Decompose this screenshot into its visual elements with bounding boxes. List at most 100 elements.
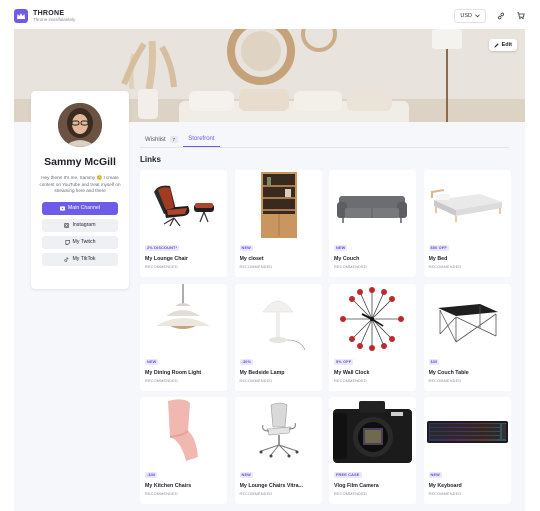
- pencil-icon: [494, 42, 499, 48]
- link-main-channel[interactable]: Main Channel: [42, 201, 118, 215]
- throne-logo-icon[interactable]: [14, 9, 28, 23]
- discount-badge: $30: [428, 358, 440, 365]
- discount-badge: NEW: [428, 472, 442, 478]
- product-image: [140, 397, 227, 467]
- product-image: [424, 284, 511, 354]
- currency-value: USD: [460, 13, 472, 19]
- discount-badge: 2% DISCOUNT*: [145, 245, 180, 251]
- link-twitch[interactable]: My Twitch: [42, 235, 118, 249]
- product-title: My Kitchen Chairs: [145, 483, 192, 489]
- product-label: RECOMMENDED: [239, 265, 273, 269]
- product-label: RECOMMENDED: [428, 492, 462, 496]
- tab-storefront[interactable]: Storefront: [183, 132, 220, 147]
- product-card[interactable]: NEW My Couch RECOMMENDED: [329, 170, 416, 277]
- tab-label: Wishlist: [145, 136, 166, 143]
- discount-badge: -30%: [239, 358, 254, 365]
- product-label: RECOMMENDED: [428, 378, 462, 383]
- product-card[interactable]: $30 My Couch Table RECOMMENDED: [423, 283, 511, 391]
- discount-badge: NEW: [334, 245, 348, 251]
- instagram-icon: [64, 222, 70, 228]
- product-label: RECOMMENDED: [145, 265, 178, 269]
- tiktok-icon: [64, 257, 69, 262]
- product-image: [140, 283, 227, 354]
- profile-name: Sammy McGill: [44, 156, 116, 168]
- play-icon: [59, 206, 65, 211]
- profile-tabs: Wishlist 7 Storefront: [140, 132, 509, 148]
- product-label: RECOMMENDED: [428, 265, 462, 269]
- edit-label: Edit: [501, 42, 512, 48]
- product-image: [235, 397, 322, 467]
- brand-tagline: Throne invisifulantely: [33, 16, 76, 22]
- product-image: [235, 170, 322, 240]
- product-title: My Bedside Lamp: [239, 369, 285, 376]
- product-title: My Couch Table: [428, 369, 469, 376]
- product-label: RECOMMENDED: [239, 492, 273, 496]
- product-image: [329, 397, 416, 467]
- brand-name: THRONE: [33, 9, 65, 17]
- product-title: My closet: [239, 256, 264, 262]
- product-card[interactable]: 5% OFF My Wall Clock RECOMMENDED: [329, 283, 416, 391]
- product-image: [424, 170, 511, 240]
- discount-badge: $50 OFF: [428, 245, 449, 251]
- product-card[interactable]: $50 OFF My Bed RECOMMENDED: [423, 170, 511, 277]
- product-title: My Lounge Chairs Vitra...: [239, 483, 303, 489]
- link-label: Main Channel: [67, 205, 100, 212]
- link-label: My Twitch: [72, 239, 96, 246]
- product-image: [235, 284, 322, 354]
- product-card[interactable]: NEW My Dining Room Light RECOMMENDED: [140, 283, 227, 391]
- discount-badge: NEW: [145, 358, 159, 365]
- product-image: [140, 170, 227, 240]
- profile-links: Main Channel Instagram My Twitch My TikT…: [42, 201, 118, 266]
- product-title: My Lounge Chair: [145, 256, 188, 262]
- product-card[interactable]: NEW My Lounge Chairs Vitra... RECOMMENDE…: [234, 397, 322, 504]
- product-label: RECOMMENDED: [334, 265, 367, 269]
- product-label: RECOMMENDED: [145, 492, 178, 496]
- product-card[interactable]: FREE CASE Vlog Film Camera RECOMMENDED: [329, 397, 416, 504]
- cart-icon[interactable]: [516, 11, 526, 21]
- product-title: My Keyboard: [428, 483, 462, 489]
- product-label: RECOMMENDED: [334, 378, 367, 383]
- link-instagram[interactable]: Instagram: [42, 218, 118, 232]
- product-label: RECOMMENDED: [239, 378, 273, 383]
- discount-badge: NEW: [239, 245, 253, 251]
- product-card[interactable]: 2% DISCOUNT* My Lounge Chair RECOMMENDED: [140, 170, 227, 277]
- product-label: RECOMMENDED: [145, 378, 178, 383]
- page: THRONE Throne invisifulantely USD Edit S…: [0, 0, 540, 511]
- link-icon[interactable]: [496, 11, 506, 21]
- tab-wishlist[interactable]: Wishlist 7: [140, 132, 183, 147]
- product-card[interactable]: -30% My Bedside Lamp RECOMMENDED: [234, 283, 322, 391]
- product-card[interactable]: NEW My Keyboard RECOMMENDED: [423, 397, 511, 504]
- section-title: Links: [140, 155, 161, 164]
- product-label: RECOMMENDED: [334, 492, 367, 496]
- wishlist-count-badge: 7: [169, 136, 179, 143]
- twitch-icon: [65, 239, 70, 245]
- product-card[interactable]: -$30 My Kitchen Chairs RECOMMENDED: [140, 397, 227, 504]
- product-title: Vlog Film Camera: [334, 483, 379, 489]
- product-title: My Dining Room Light: [145, 369, 202, 376]
- product-grid: 2% DISCOUNT* My Lounge Chair RECOMMENDED: [140, 170, 511, 504]
- discount-badge: FREE CASE: [334, 472, 362, 478]
- currency-select[interactable]: USD: [454, 9, 486, 23]
- product-title: My Couch: [334, 256, 360, 262]
- nav-actions: USD: [454, 9, 526, 23]
- edit-banner-button[interactable]: Edit: [488, 39, 517, 51]
- discount-badge: 5% OFF: [334, 358, 354, 365]
- product-title: My Wall Clock: [334, 369, 370, 376]
- discount-badge: NEW: [239, 472, 253, 478]
- tab-label: Storefront: [188, 136, 215, 142]
- product-image: [329, 170, 416, 240]
- link-tiktok[interactable]: My TikTok: [42, 252, 118, 266]
- top-navigation: THRONE Throne invisifulantely USD: [14, 4, 526, 28]
- product-card[interactable]: NEW My closet RECOMMENDED: [234, 170, 322, 277]
- link-label: Instagram: [72, 222, 96, 229]
- product-title: My Bed: [428, 256, 448, 262]
- link-label: My TikTok: [72, 256, 96, 263]
- product-image: [329, 284, 416, 354]
- product-image: [424, 397, 511, 467]
- profile-card: Sammy McGill Hey there! It's me, Sammy 😊…: [31, 91, 129, 289]
- avatar: [58, 103, 102, 147]
- profile-bio: Hey there! It's me, Sammy 😊 I create con…: [39, 175, 121, 194]
- brand: THRONE Throne invisifulantely: [33, 10, 75, 23]
- chevron-down-icon: [475, 14, 480, 18]
- discount-badge: -$30: [145, 472, 158, 478]
